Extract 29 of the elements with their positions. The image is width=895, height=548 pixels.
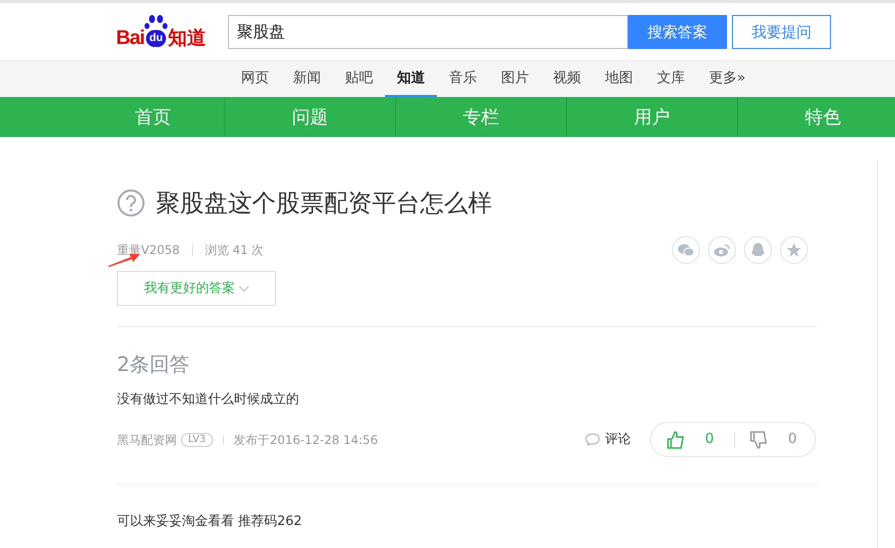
thumbs-up-icon — [667, 430, 685, 448]
weibo-icon[interactable] — [708, 236, 736, 264]
chevron-down-icon — [239, 286, 249, 292]
post-date: 发布于2016-12-28 14:56 — [234, 432, 378, 448]
qq-icon[interactable] — [744, 236, 772, 264]
nav-tab[interactable]: 视频 — [541, 61, 593, 97]
search-button[interactable]: 搜索答案 — [628, 15, 727, 49]
answer-count: 2条回答 — [117, 351, 191, 378]
wechat-icon[interactable] — [672, 236, 700, 264]
view-count: 浏览 41 次 — [204, 242, 264, 259]
level-badge: LV3 — [181, 432, 213, 446]
answer-text: 可以来妥妥淘金看看 推荐码262 — [117, 512, 303, 530]
question-icon — [117, 189, 145, 217]
nav-tab[interactable]: 更多» — [697, 61, 758, 97]
search-field[interactable]: 聚股盘 — [228, 15, 628, 49]
question-title: 聚股盘这个股票配资平台怎么样 — [156, 188, 492, 219]
nav-tab[interactable]: 文库 — [645, 61, 697, 97]
nav-tab[interactable]: 贴吧 — [333, 61, 385, 97]
nav-tab[interactable]: 网页 — [229, 61, 281, 97]
site-logo[interactable]: Bai du 知道 — [116, 12, 228, 48]
thumbs-down-icon — [750, 430, 768, 448]
ask-button[interactable]: 我要提问 — [732, 15, 831, 49]
nav-tab[interactable]: 地图 — [593, 61, 645, 97]
comment-icon — [585, 433, 600, 446]
answer-text: 没有做过不知道什么时候成立的 — [117, 391, 300, 409]
nav-tab[interactable]: 图片 — [489, 61, 541, 97]
nav-tab[interactable]: 音乐 — [437, 61, 489, 97]
comment-button[interactable]: 评论 — [585, 430, 631, 450]
nav-tab[interactable]: 新闻 — [281, 61, 333, 97]
